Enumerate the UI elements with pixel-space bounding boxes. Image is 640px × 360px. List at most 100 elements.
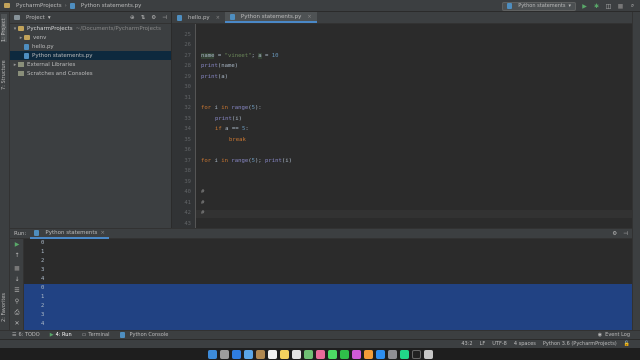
books-icon[interactable] — [363, 349, 373, 359]
launchpad-icon[interactable] — [219, 349, 229, 359]
code-line[interactable]: break — [201, 137, 246, 143]
breadcrumb-project[interactable]: PycharmProjects — [16, 3, 62, 9]
todo-label: 6: TODO — [18, 332, 40, 338]
chevron-right-icon: › — [64, 2, 67, 9]
lock-icon[interactable]: 🔓 — [624, 341, 630, 347]
code-comment[interactable]: # — [201, 189, 204, 195]
code-line[interactable]: print(i) — [201, 116, 242, 122]
terminal-tool-button[interactable]: ▭ Terminal — [82, 332, 110, 338]
file-encoding[interactable]: UTF-8 — [492, 341, 507, 347]
terminal-app-icon[interactable] — [411, 349, 421, 359]
line-number: 35 — [184, 137, 191, 143]
tree-item-python-statements[interactable]: Python statements.py — [10, 51, 171, 60]
photos-icon[interactable] — [315, 349, 325, 359]
todo-tool-button[interactable]: ☰ 6: TODO — [12, 332, 40, 338]
breadcrumb-file[interactable]: Python statements.py — [81, 3, 142, 9]
run-tab-label: Python statements — [45, 229, 98, 236]
run-tool-button[interactable]: ▶ 4: Run — [50, 332, 72, 338]
line-separator[interactable]: LF — [480, 341, 486, 347]
tree-item-venv[interactable]: ▸ venv — [10, 33, 171, 42]
safari-icon[interactable] — [231, 349, 241, 359]
code-line[interactable]: for i in range(5): — [201, 105, 262, 111]
line-number: 30 — [184, 84, 191, 90]
editor: hello.py × Python statements.py × 25 26 … — [172, 12, 632, 228]
debug-icon[interactable]: ✱ — [593, 3, 600, 10]
rerun-icon[interactable]: ▶ — [13, 241, 21, 249]
breadcrumb: PycharmProjects › Python statements.py — [0, 2, 142, 9]
preferences-icon[interactable] — [387, 349, 397, 359]
tree-item-label: venv — [33, 34, 47, 41]
trash-icon[interactable] — [423, 349, 433, 359]
tree-item-hello[interactable]: hello.py — [10, 42, 171, 51]
code-line[interactable]: name = "vineet"; a = 10 — [201, 53, 279, 59]
pycharm-icon[interactable] — [399, 349, 409, 359]
search-icon[interactable]: ⌕ — [629, 2, 636, 10]
run-tool-label: 4: Run — [55, 332, 72, 338]
code-keyword: in — [221, 158, 228, 164]
scroll-up-icon[interactable]: ↑ — [13, 252, 21, 260]
project-tool-button[interactable]: 1: Project — [1, 14, 7, 42]
close-icon[interactable]: × — [100, 230, 105, 236]
print-icon[interactable]: ⎙ — [13, 309, 21, 317]
layout-icon[interactable]: ☰ — [13, 287, 21, 295]
folder-icon — [18, 26, 24, 31]
console-selection — [24, 284, 632, 331]
tree-item-scratches[interactable]: Scratches and Consoles — [10, 69, 171, 78]
hide-icon[interactable]: ⊣ — [623, 231, 628, 237]
python-console-tool-button[interactable]: Python Console — [119, 332, 168, 338]
close-icon[interactable]: × — [307, 14, 311, 20]
close-icon[interactable]: × — [216, 15, 220, 21]
run-configuration-dropdown[interactable]: Python statements ▾ — [502, 1, 576, 11]
indent-setting[interactable]: 4 spaces — [514, 341, 536, 347]
itunes-icon[interactable] — [351, 349, 361, 359]
tab-hello[interactable]: hello.py × — [172, 12, 225, 23]
app-store-icon[interactable] — [375, 349, 385, 359]
run-icon[interactable]: ▶ — [581, 3, 588, 10]
contacts-icon[interactable] — [255, 349, 265, 359]
code-line[interactable]: print(a) — [201, 74, 228, 80]
output-line: 2 — [41, 303, 45, 309]
python-file-icon — [34, 229, 40, 236]
code-line[interactable]: if a == 5: — [201, 126, 249, 132]
code-comment[interactable]: # — [201, 200, 204, 206]
calendar-icon[interactable] — [267, 349, 277, 359]
gear-icon[interactable]: ⚙ — [151, 15, 156, 21]
code-line[interactable]: print(name) — [201, 63, 238, 69]
facetime-icon[interactable] — [339, 349, 349, 359]
pin-icon[interactable]: ⚲ — [13, 298, 21, 306]
code-token: a == — [221, 126, 242, 132]
finder-icon[interactable] — [207, 349, 217, 359]
project-pane-title[interactable]: Project — [26, 15, 45, 21]
event-log-button[interactable]: ◉ Event Log — [598, 332, 640, 338]
tree-item-external-libraries[interactable]: ▸ External Libraries — [10, 60, 171, 69]
notes-icon[interactable] — [279, 349, 289, 359]
output-line: 0 — [41, 240, 45, 246]
stop-icon[interactable]: ■ — [617, 3, 624, 10]
toolbar: Python statements ▾ ▶ ✱ ◫ ■ ⌕ — [502, 1, 636, 11]
code-comment[interactable]: # — [201, 210, 204, 216]
coverage-icon[interactable]: ◫ — [605, 3, 612, 10]
messages-icon[interactable] — [327, 349, 337, 359]
reminders-icon[interactable] — [291, 349, 301, 359]
mail-icon[interactable] — [243, 349, 253, 359]
run-tab[interactable]: Python statements × — [30, 229, 110, 239]
structure-tool-button[interactable]: 7: Structure — [1, 56, 7, 90]
collapse-icon[interactable]: ⇅ — [141, 15, 146, 21]
code-builtin: print — [201, 63, 218, 69]
trash-icon[interactable]: ✕ — [13, 320, 21, 328]
tree-root[interactable]: ▾ PycharmProjects ~/Documents/PycharmPro… — [10, 24, 171, 33]
code-line[interactable]: for i in range(5); print(i) — [201, 158, 292, 164]
folder-icon — [24, 35, 30, 40]
stop-icon[interactable]: ■ — [13, 265, 21, 273]
hide-icon[interactable]: ⊣ — [162, 15, 167, 21]
wrap-icon[interactable]: ↓ — [13, 276, 21, 284]
favorites-tool-button[interactable]: 2: Favorites — [1, 288, 7, 322]
console-output[interactable]: 0 1 2 3 4 0 1 2 3 4 — [24, 239, 632, 331]
gear-icon[interactable]: ⚙ — [612, 231, 617, 237]
chevron-down-icon[interactable]: ▾ — [48, 15, 51, 21]
locate-icon[interactable]: ⊕ — [130, 15, 135, 21]
tab-python-statements[interactable]: Python statements.py × — [224, 12, 317, 23]
python-interpreter[interactable]: Python 3.6 (PycharmProjects) — [543, 341, 617, 347]
maps-icon[interactable] — [303, 349, 313, 359]
caret-position[interactable]: 43:2 — [461, 341, 472, 347]
